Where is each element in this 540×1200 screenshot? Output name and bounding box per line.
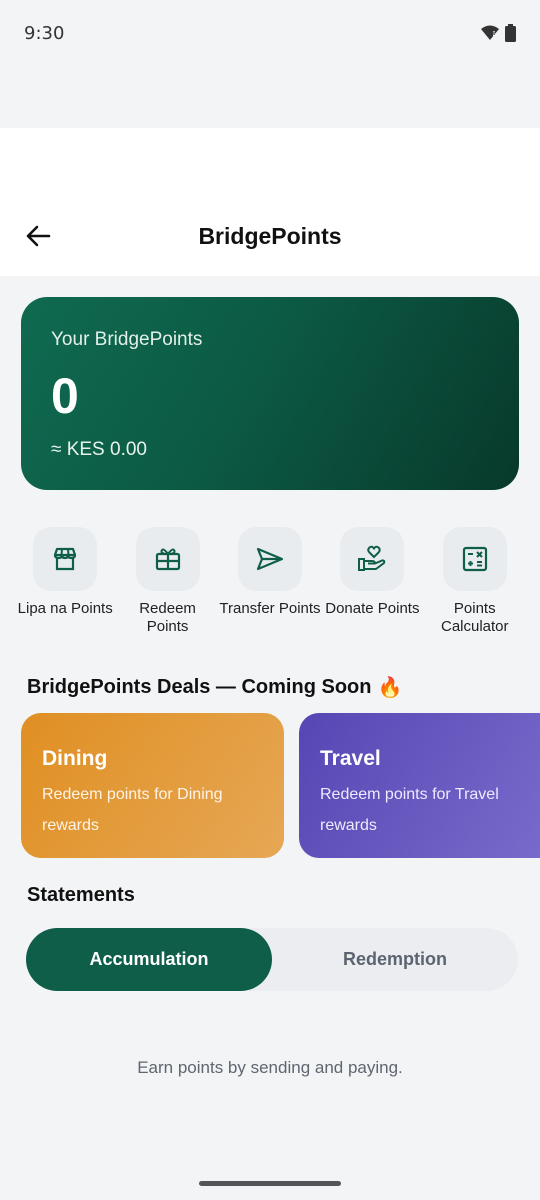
action-icon-box bbox=[340, 527, 405, 591]
points-kes-equivalent: ≈ KES 0.00 bbox=[51, 439, 147, 460]
action-icon-box bbox=[33, 527, 98, 591]
action-label: Redeem Points bbox=[139, 600, 196, 635]
points-balance-card: Your BridgePoints 0 ≈ KES 0.00 bbox=[21, 297, 519, 490]
points-balance-label: Your BridgePoints bbox=[51, 329, 203, 350]
action-icon-box bbox=[442, 527, 507, 591]
action-points-calculator[interactable]: Points Calculator bbox=[424, 527, 526, 636]
quick-actions: Lipa na Points Redeem Points Transfer Po… bbox=[14, 527, 526, 636]
action-label: Donate Points bbox=[325, 600, 420, 617]
donate-heart-icon bbox=[358, 545, 386, 571]
deal-title: Travel bbox=[320, 747, 381, 770]
deal-description: Redeem points for Dining rewards bbox=[42, 786, 223, 834]
fire-icon: 🔥 bbox=[377, 675, 403, 699]
tab-accumulation[interactable]: Accumulation bbox=[26, 928, 272, 991]
points-balance-value: 0 bbox=[51, 368, 79, 424]
deal-card-dining[interactable]: Dining Redeem points for Dining rewards bbox=[21, 713, 284, 858]
status-icons bbox=[481, 24, 516, 42]
calculator-icon bbox=[462, 546, 487, 572]
action-label: Lipa na Points bbox=[17, 600, 113, 617]
action-label: Transfer Points bbox=[219, 600, 321, 617]
deals-section-title: BridgePoints Deals — Coming Soon 🔥 bbox=[27, 675, 402, 699]
action-lipa-na-points[interactable]: Lipa na Points bbox=[14, 527, 116, 636]
status-time: 9:30 bbox=[24, 22, 65, 44]
deal-card-travel[interactable]: Travel Redeem points for Travel rewards bbox=[299, 713, 540, 858]
action-transfer-points[interactable]: Transfer Points bbox=[219, 527, 321, 636]
statements-title: Statements bbox=[27, 884, 135, 906]
action-label: Points Calculator bbox=[440, 600, 509, 635]
statements-tab-switch: Accumulation Redemption bbox=[26, 928, 518, 991]
store-icon bbox=[54, 547, 77, 571]
status-bar: 9:30 bbox=[0, 0, 540, 66]
deal-description: Redeem points for Travel rewards bbox=[320, 786, 499, 834]
app-header: BridgePoints bbox=[0, 128, 540, 276]
deals-title-text: BridgePoints Deals — Coming Soon bbox=[27, 675, 372, 698]
action-donate-points[interactable]: Donate Points bbox=[321, 527, 423, 636]
action-icon-box bbox=[135, 527, 200, 591]
gift-icon bbox=[155, 548, 180, 571]
action-icon-box bbox=[237, 527, 302, 591]
page-title: BridgePoints bbox=[198, 223, 342, 249]
statements-empty-message: Earn points by sending and paying. bbox=[137, 1058, 403, 1077]
battery-icon bbox=[505, 24, 516, 42]
tab-redemption[interactable]: Redemption bbox=[272, 928, 518, 991]
wifi-icon bbox=[481, 25, 499, 40]
deal-title: Dining bbox=[42, 747, 108, 770]
home-indicator[interactable] bbox=[199, 1181, 341, 1186]
send-icon bbox=[256, 547, 284, 571]
action-redeem-points[interactable]: Redeem Points bbox=[116, 527, 218, 636]
